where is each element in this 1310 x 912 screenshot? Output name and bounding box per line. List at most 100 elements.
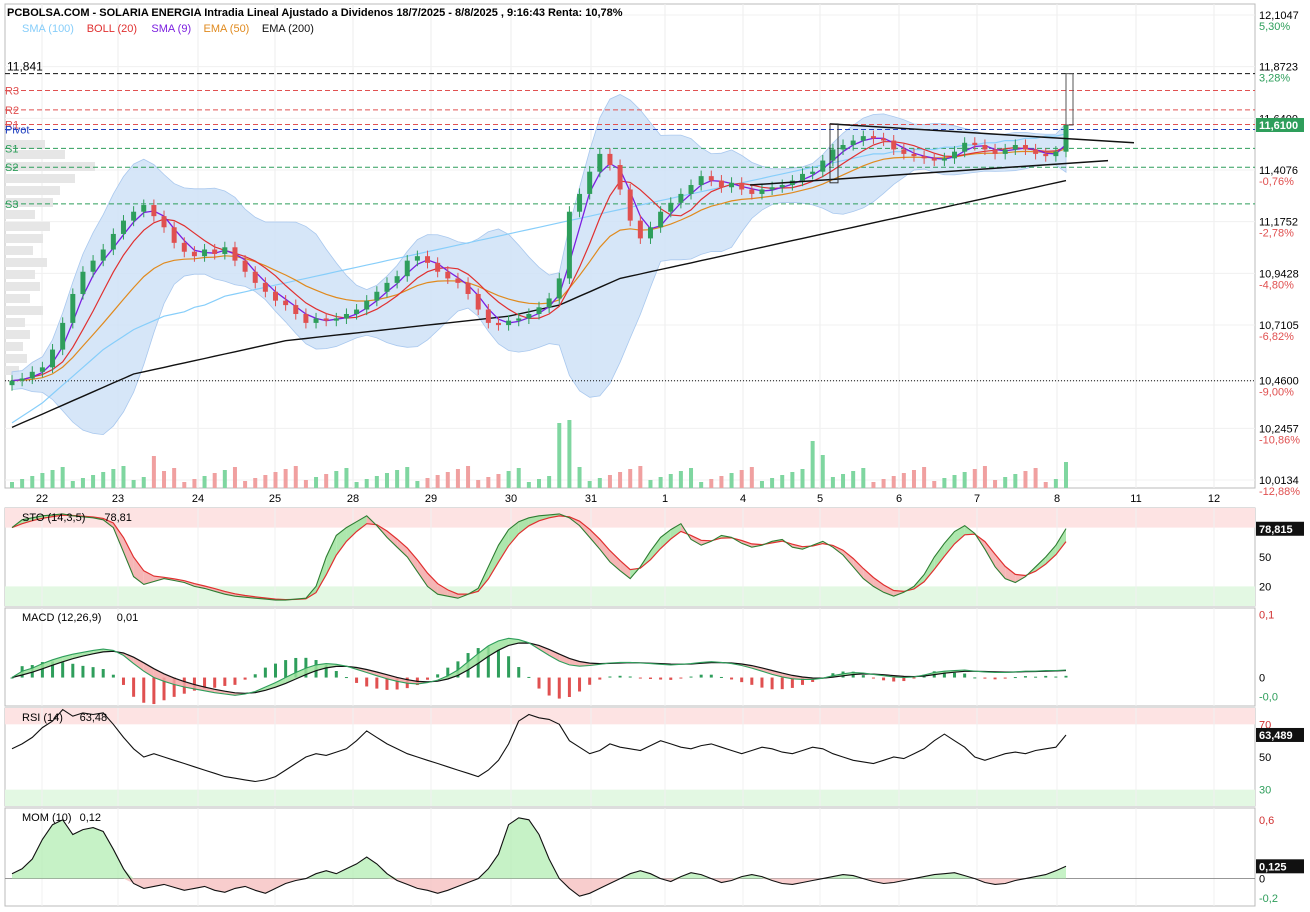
- macd-histogram-bar: [253, 674, 257, 678]
- macd-histogram-bar: [81, 665, 85, 678]
- pivot-label: R3: [5, 86, 19, 98]
- macd-histogram-bar: [1003, 677, 1007, 679]
- macd-histogram-bar: [527, 676, 531, 678]
- volume-bar: [891, 476, 896, 488]
- candle-body: [374, 291, 380, 301]
- macd-histogram-bar: [142, 677, 146, 703]
- volume-bar: [314, 477, 319, 488]
- volume-bar: [587, 481, 592, 488]
- macd-histogram-bar: [1054, 676, 1058, 678]
- volume-bar: [455, 469, 460, 488]
- volume-bar: [405, 467, 410, 488]
- mom-tick-label: 0,6: [1259, 815, 1274, 827]
- macd-histogram-bar: [1044, 675, 1048, 678]
- volume-bar: [395, 470, 400, 488]
- candle-body: [293, 305, 299, 314]
- rsi-value-badge-label: 63,489: [1259, 730, 1293, 742]
- volume-bar: [40, 473, 45, 488]
- macd-histogram-bar: [588, 677, 592, 685]
- macd-histogram-bar: [892, 677, 896, 682]
- volume-bar: [607, 475, 612, 488]
- sto-label: STO (14,3,5): [22, 512, 85, 524]
- candle-body: [100, 249, 106, 261]
- volume-bar: [567, 420, 572, 488]
- candle-body: [800, 173, 805, 181]
- macd-histogram-bar: [669, 677, 673, 680]
- candle-body: [202, 249, 208, 257]
- volume-bar: [283, 469, 288, 488]
- macd-histogram-bar: [598, 677, 602, 680]
- volume-bar: [597, 478, 602, 488]
- candle-body: [830, 149, 836, 161]
- oversold-band: [5, 789, 1255, 806]
- volume-bar: [222, 470, 227, 488]
- macd-histogram-bar: [740, 677, 744, 683]
- macd-histogram-bar: [233, 677, 237, 685]
- legend-entry: EMA (200): [262, 23, 314, 35]
- macd-histogram-bar: [628, 676, 632, 678]
- candle-body: [881, 138, 887, 141]
- volume-bar: [911, 470, 916, 488]
- rsi-value: 63,48: [80, 712, 108, 724]
- macd-histogram-bar: [567, 677, 571, 697]
- x-tick-label: 6: [896, 493, 902, 505]
- candle-body: [850, 140, 856, 146]
- volume-bar: [719, 476, 724, 488]
- candle-body: [313, 318, 319, 323]
- volume-bar: [1043, 482, 1048, 488]
- candle-body: [283, 300, 289, 306]
- candle-body: [120, 220, 126, 234]
- volume-bar: [689, 468, 694, 488]
- volume-bar: [60, 467, 65, 488]
- macd-histogram-bar: [426, 677, 430, 680]
- candle-body: [222, 247, 228, 254]
- volume-profile-bar: [5, 342, 23, 351]
- volume-profile-bar: [5, 354, 27, 363]
- volume-bar: [1064, 462, 1068, 488]
- pct-tick-label: -0,76%: [1259, 176, 1294, 188]
- candle-body: [891, 140, 897, 150]
- volume-bar: [516, 468, 521, 488]
- macd-histogram-bar: [1034, 676, 1038, 678]
- volume-profile-bar: [5, 258, 47, 267]
- macd-histogram-bar: [243, 677, 247, 680]
- x-tick-label: 23: [112, 493, 124, 505]
- volume-bar: [141, 477, 146, 488]
- volume-bar: [466, 466, 471, 488]
- macd-histogram-bar: [121, 677, 125, 685]
- volume-bar: [263, 475, 268, 488]
- macd-histogram-bar: [1064, 675, 1068, 678]
- volume-bar: [739, 470, 744, 488]
- volume-bar: [709, 479, 714, 488]
- candle-body: [425, 256, 431, 263]
- candle-body: [688, 185, 694, 194]
- candle-body: [232, 247, 238, 261]
- volume-bar: [50, 470, 55, 488]
- candle-body: [607, 153, 613, 166]
- pct-tick-label: 5,30%: [1259, 21, 1290, 33]
- volume-profile-bar: [5, 222, 50, 231]
- mom-value: 0,12: [80, 812, 101, 824]
- candle-body: [60, 322, 66, 350]
- macd-histogram-bar: [871, 677, 875, 679]
- volume-bar: [10, 482, 14, 488]
- x-tick-label: 8: [1054, 493, 1060, 505]
- volume-bar: [1023, 471, 1028, 488]
- pct-tick-label: 3,28%: [1259, 73, 1290, 85]
- macd-histogram-bar: [760, 677, 764, 688]
- macd-tick-label: 0: [1259, 673, 1265, 685]
- candle-body: [273, 291, 278, 301]
- candle-body: [597, 153, 603, 172]
- candle-body: [384, 282, 390, 292]
- macd-histogram-bar: [902, 677, 906, 682]
- candle-body: [941, 158, 947, 161]
- candle-body: [475, 293, 481, 310]
- x-tick-label: 31: [585, 493, 597, 505]
- volume-bar: [445, 472, 450, 488]
- pivot-label: S2: [5, 162, 18, 174]
- volume-bar: [253, 478, 258, 488]
- volume-bar: [232, 467, 237, 488]
- volume-bar: [435, 475, 440, 488]
- volume-profile-bar: [5, 162, 95, 171]
- volume-bar: [70, 481, 75, 488]
